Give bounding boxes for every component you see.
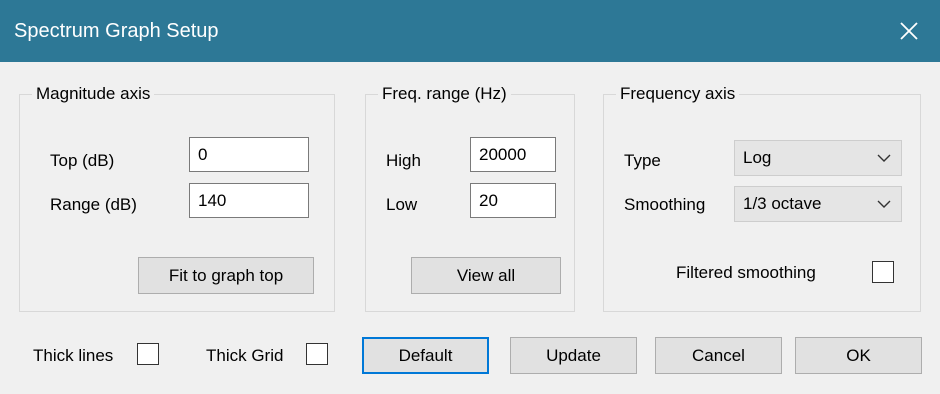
thick-grid-checkbox[interactable] bbox=[306, 343, 328, 365]
default-button[interactable]: Default bbox=[362, 337, 489, 374]
update-button[interactable]: Update bbox=[510, 337, 637, 374]
ok-button[interactable]: OK bbox=[795, 337, 922, 374]
top-db-field[interactable]: 0 bbox=[189, 137, 309, 172]
high-label: High bbox=[386, 151, 421, 170]
range-db-field[interactable]: 140 bbox=[189, 183, 309, 218]
close-button[interactable] bbox=[878, 0, 940, 62]
view-all-button[interactable]: View all bbox=[411, 257, 561, 294]
title-bar: Spectrum Graph Setup bbox=[0, 0, 940, 62]
type-label: Type bbox=[624, 151, 661, 170]
cancel-button[interactable]: Cancel bbox=[655, 337, 782, 374]
low-label: Low bbox=[386, 195, 418, 214]
window-title: Spectrum Graph Setup bbox=[14, 20, 219, 42]
frequency-axis-legend: Frequency axis bbox=[616, 82, 740, 106]
smoothing-label: Smoothing bbox=[624, 195, 706, 214]
smoothing-select[interactable]: 1/3 octave bbox=[734, 186, 902, 222]
magnitude-axis-legend: Magnitude axis bbox=[32, 82, 155, 106]
freq-range-legend: Freq. range (Hz) bbox=[378, 82, 511, 106]
high-field[interactable]: 20000 bbox=[470, 137, 556, 172]
close-icon bbox=[900, 22, 918, 40]
chevron-down-icon bbox=[877, 200, 891, 208]
type-select[interactable]: Log bbox=[734, 140, 902, 176]
low-field[interactable]: 20 bbox=[470, 183, 556, 218]
chevron-down-icon bbox=[877, 154, 891, 162]
thick-lines-checkbox[interactable] bbox=[137, 343, 159, 365]
frequency-axis-group: Frequency axis Type Log Smoothing 1/3 oc… bbox=[603, 82, 921, 312]
range-db-label: Range (dB) bbox=[50, 195, 137, 214]
smoothing-select-value: 1/3 octave bbox=[743, 194, 822, 213]
filtered-smoothing-label: Filtered smoothing bbox=[676, 263, 816, 282]
magnitude-axis-group: Magnitude axis Top (dB) 0 Range (dB) 140… bbox=[19, 82, 335, 312]
dialog-body: Magnitude axis Top (dB) 0 Range (dB) 140… bbox=[0, 62, 940, 394]
filtered-smoothing-checkbox[interactable] bbox=[872, 261, 894, 283]
freq-range-group: Freq. range (Hz) High 20000 Low 20 View … bbox=[365, 82, 575, 312]
top-db-label: Top (dB) bbox=[50, 151, 115, 170]
thick-grid-label: Thick Grid bbox=[206, 346, 284, 365]
thick-lines-label: Thick lines bbox=[33, 346, 114, 365]
type-select-value: Log bbox=[743, 148, 772, 167]
fit-to-graph-top-button[interactable]: Fit to graph top bbox=[138, 257, 314, 294]
